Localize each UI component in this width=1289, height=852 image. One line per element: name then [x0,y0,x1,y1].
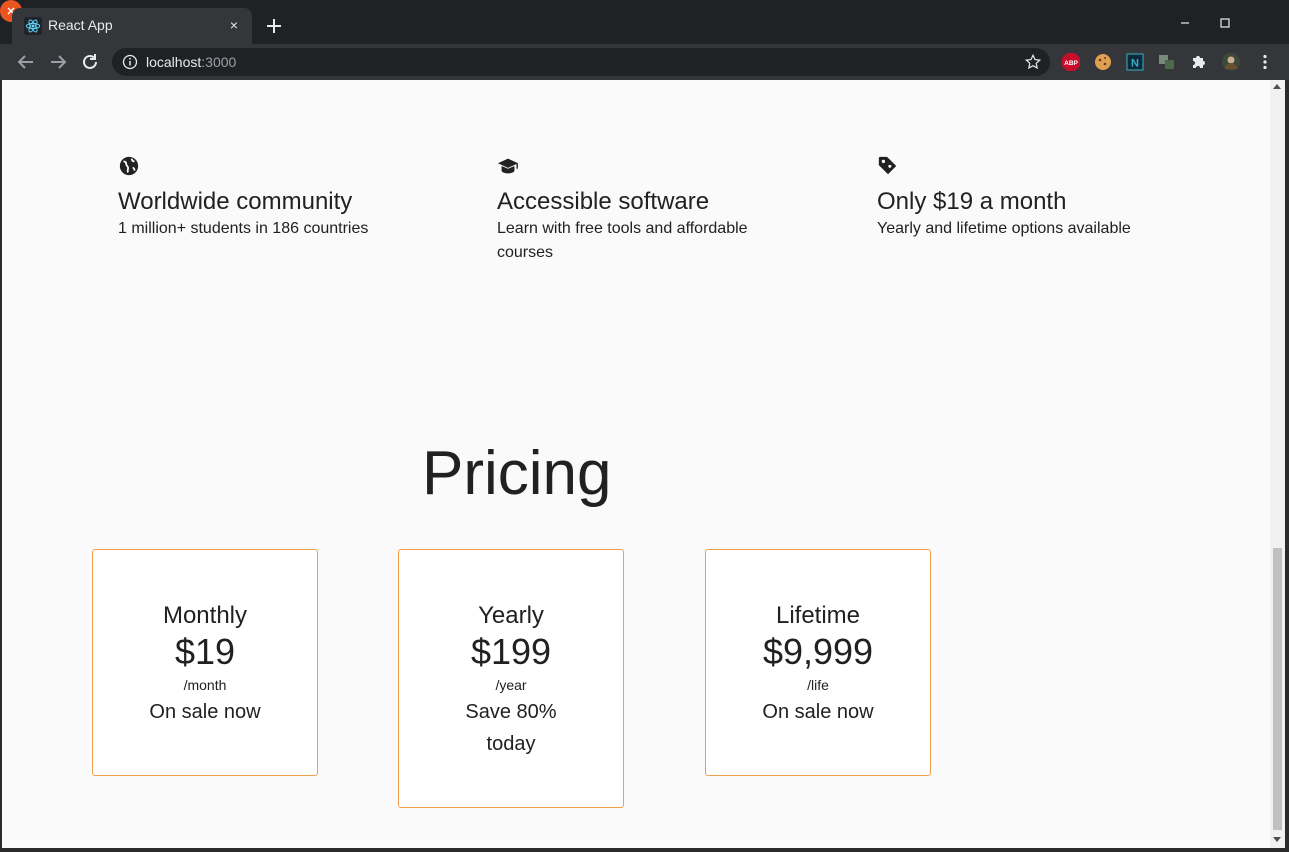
plan-name: Yearly [478,602,544,629]
cookie-icon[interactable] [1093,52,1113,72]
reload-icon[interactable] [78,50,102,74]
feature-price: Only $19 a month Yearly and lifetime opt… [877,155,1177,241]
feature-title: Worldwide community [118,188,353,215]
url-host: localhost [146,54,202,70]
bookmark-star-icon[interactable] [1024,53,1042,71]
plan-name: Lifetime [775,602,861,629]
extension-n-icon[interactable]: N [1125,52,1145,72]
plan-note: On sale now [149,701,261,723]
forward-arrow-icon[interactable] [46,50,70,74]
plan-period: /month [183,677,227,693]
feature-description: Yearly and lifetime options available [877,220,1131,237]
plan-period: /year [495,677,527,693]
feature-title: Accessible software [497,188,710,215]
profile-avatar-icon[interactable] [1221,52,1241,72]
svg-text:ABP: ABP [1064,60,1078,67]
plan-price: $19 [174,631,236,672]
info-icon[interactable] [122,54,138,70]
plan-price: $199 [470,631,552,672]
browser-toolbar: localhost:3000 ABP N [0,44,1289,80]
pricing-card-yearly[interactable]: Yearly $199 /year Save 80% today [398,549,624,808]
tab-title: React App [48,17,113,33]
adblock-plus-icon[interactable]: ABP [1061,52,1081,72]
tag-icon [878,156,897,175]
react-logo-icon [24,17,42,35]
plan-note: On sale now [762,701,874,723]
extension-gray-icon[interactable] [1157,52,1177,72]
new-tab-icon[interactable] [262,14,286,38]
feature-description: Learn with free tools and affordable cou… [497,220,748,261]
url-port: :3000 [201,54,237,70]
maximize-icon[interactable] [1214,12,1236,34]
url-text: localhost:3000 [146,54,236,70]
plan-period: /life [807,677,829,693]
puzzle-piece-icon[interactable] [1189,52,1209,72]
scroll-up-arrow-icon[interactable] [1273,84,1281,89]
plan-note: Save 80% today [465,701,557,755]
feature-worldwide: Worldwide community 1 million+ students … [118,155,418,241]
scroll-down-arrow-icon[interactable] [1273,837,1281,842]
browser-titlebar: React App × [0,0,1289,44]
page-viewport: Worldwide community 1 million+ students … [2,80,1270,848]
tab-close-icon[interactable]: × [224,15,244,35]
svg-text:N: N [1131,58,1139,70]
feature-description: 1 million+ students in 186 countries [118,220,369,237]
pricing-card-monthly[interactable]: Monthly $19 /month On sale now [92,549,318,776]
minimize-icon[interactable] [1174,12,1196,34]
vertical-scrollbar[interactable] [1270,80,1285,848]
globe-icon [119,156,139,176]
pricing-card-lifetime[interactable]: Lifetime $9,999 /life On sale now [705,549,931,776]
address-bar[interactable]: localhost:3000 [112,48,1050,76]
browser-tab[interactable]: React App × [12,8,252,44]
pricing-heading: Pricing [422,439,612,508]
graduation-cap-icon [497,158,519,174]
plan-name: Monthly [162,602,248,629]
feature-accessible: Accessible software Learn with free tool… [497,155,772,265]
scrollbar-thumb[interactable] [1273,548,1282,830]
feature-title: Only $19 a month [877,188,1067,215]
menu-kebab-icon[interactable] [1255,52,1275,72]
plan-price: $9,999 [762,631,874,672]
back-arrow-icon[interactable] [14,50,38,74]
